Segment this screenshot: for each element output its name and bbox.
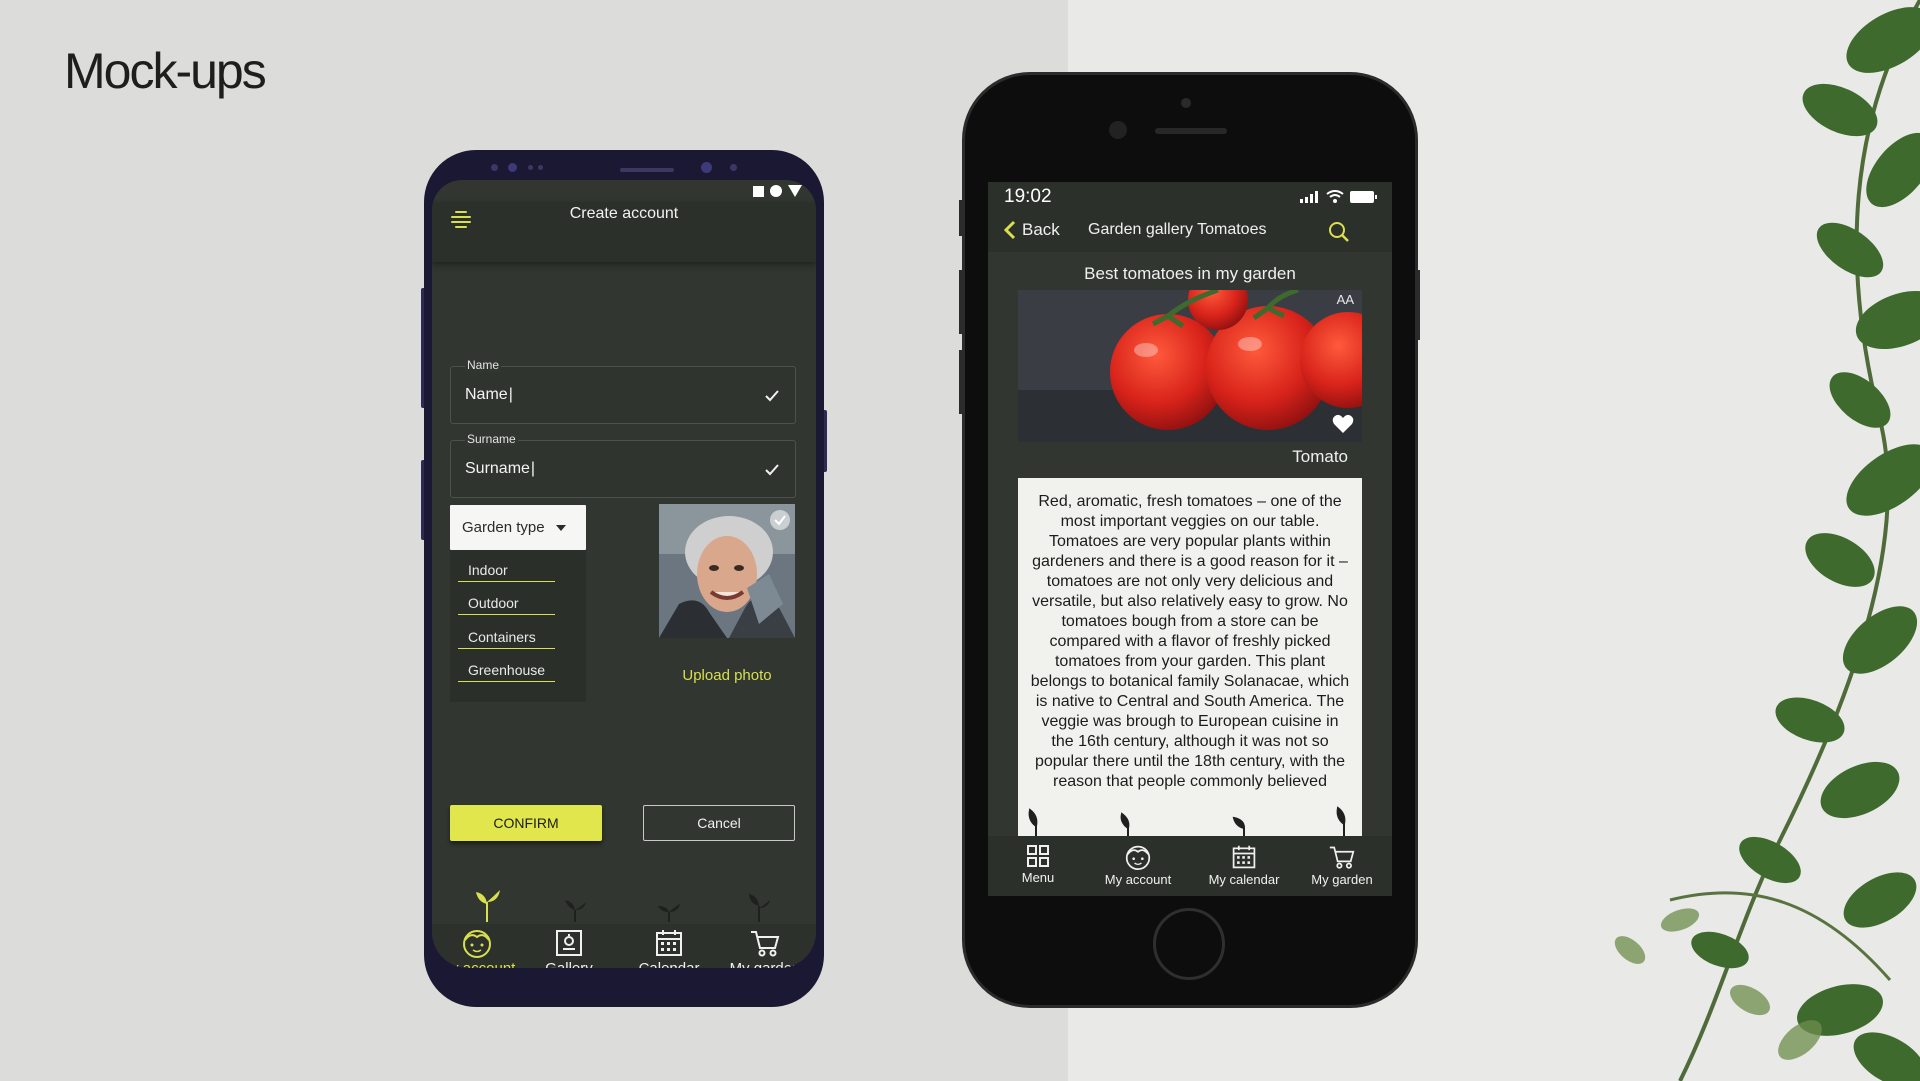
nav-item-calendar[interactable]: Calendar bbox=[624, 928, 714, 968]
earpiece-speaker bbox=[620, 168, 674, 172]
gallery-icon bbox=[556, 930, 582, 956]
name-field[interactable]: Name Name bbox=[450, 358, 796, 424]
home-button[interactable] bbox=[1153, 908, 1225, 980]
bottom-nav-bar: Menu My account My calendar My garden bbox=[988, 836, 1392, 896]
sensor-dot bbox=[538, 165, 543, 170]
photo-badge: AA bbox=[1336, 292, 1354, 307]
sprout-icon bbox=[476, 890, 500, 922]
dropdown-label: Garden type bbox=[462, 519, 545, 536]
sensor-dot bbox=[1181, 98, 1191, 108]
nav-label: Calendar bbox=[639, 960, 700, 968]
nav-item-my-account[interactable]: My account bbox=[1088, 844, 1188, 887]
surname-field[interactable]: Surname Surname bbox=[450, 432, 796, 498]
account-icon bbox=[463, 930, 491, 958]
check-icon bbox=[765, 390, 779, 402]
option-containers[interactable]: Containers bbox=[458, 623, 555, 649]
field-value: Surname bbox=[465, 460, 535, 478]
check-icon bbox=[765, 464, 779, 476]
option-outdoor[interactable]: Outdoor bbox=[458, 589, 555, 615]
nav-item-my-calendar[interactable]: My calendar bbox=[1194, 844, 1294, 887]
status-bar: 19:02 bbox=[988, 182, 1392, 212]
field-value: Name bbox=[465, 386, 513, 404]
option-greenhouse[interactable]: Greenhouse bbox=[458, 656, 555, 682]
nav-item-my-account[interactable]: My account bbox=[432, 928, 522, 968]
profile-photo[interactable] bbox=[659, 504, 795, 638]
calendar-icon bbox=[1232, 845, 1256, 869]
cancel-button[interactable]: Cancel bbox=[643, 805, 795, 841]
stop-icon bbox=[753, 185, 764, 197]
tomato-photo[interactable]: AA bbox=[1018, 290, 1362, 442]
sensor-dot bbox=[730, 164, 737, 171]
garden-type-options: Indoor Outdoor Containers Greenhouse bbox=[450, 550, 586, 702]
caret-down-icon bbox=[556, 525, 566, 531]
nav-item-menu[interactable]: Menu bbox=[988, 844, 1088, 885]
front-camera bbox=[508, 163, 517, 172]
phone-top-bezel bbox=[424, 150, 824, 180]
nav-label: Gallery bbox=[545, 960, 593, 968]
app-header: Back Garden gallery Tomatoes bbox=[988, 212, 1392, 252]
check-badge-icon bbox=[770, 510, 790, 530]
description-text: Red, aromatic, fresh tomatoes – one of t… bbox=[1030, 493, 1350, 790]
field-label: Surname bbox=[465, 432, 518, 446]
option-indoor[interactable]: Indoor bbox=[458, 556, 555, 582]
nav-label: My calendar bbox=[1208, 872, 1280, 887]
nav-item-my-garden[interactable]: My garden bbox=[1292, 844, 1392, 887]
wifi-icon bbox=[1326, 190, 1344, 203]
photo-caption: Tomato bbox=[1292, 447, 1348, 466]
page-title: Mock-ups bbox=[64, 43, 267, 99]
field-label: Name bbox=[465, 358, 502, 372]
status-icons bbox=[1300, 190, 1378, 203]
tomato-image bbox=[1018, 290, 1362, 442]
front-camera bbox=[701, 162, 712, 173]
header-title: Garden gallery Tomatoes bbox=[1088, 221, 1267, 238]
calendar-icon bbox=[656, 930, 682, 956]
back-triangle-icon bbox=[788, 185, 802, 197]
earpiece-speaker bbox=[1155, 128, 1227, 134]
battery-icon bbox=[1350, 191, 1377, 203]
chevron-left-icon bbox=[1004, 220, 1016, 240]
cart-icon bbox=[751, 931, 780, 957]
sensor-dot bbox=[491, 164, 498, 171]
nav-label: My garden bbox=[730, 960, 801, 968]
status-bar-icons bbox=[753, 185, 802, 197]
gallery-heading: Best tomatoes in my garden bbox=[1084, 264, 1296, 283]
confirm-button[interactable]: CONFIRM bbox=[450, 805, 602, 841]
nav-label: My account bbox=[1104, 872, 1172, 887]
sprout-decoration bbox=[1028, 806, 1346, 840]
back-label: Back bbox=[1022, 220, 1060, 239]
upload-photo-link[interactable]: Upload photo bbox=[659, 667, 795, 684]
nav-item-gallery[interactable]: Gallery bbox=[524, 928, 614, 968]
header-title: Create account bbox=[569, 205, 679, 222]
signal-icon bbox=[1300, 191, 1318, 203]
home-icon bbox=[770, 185, 782, 197]
sprout-icon bbox=[565, 900, 586, 922]
nav-label: My garden bbox=[1311, 872, 1373, 887]
garden-type-dropdown[interactable]: Garden type bbox=[450, 505, 586, 550]
sensor-dot bbox=[528, 165, 533, 170]
nav-label: Menu bbox=[1021, 870, 1055, 885]
nav-item-my-garden[interactable]: My garden bbox=[720, 928, 810, 968]
android-screen: Create account Name Name Surname Surname… bbox=[432, 180, 816, 968]
sprout-icon bbox=[658, 904, 680, 922]
back-button[interactable]: Back bbox=[1004, 220, 1060, 240]
iphone-screen: 19:02 Back Garden gallery Tomatoes Best … bbox=[988, 182, 1392, 896]
search-icon[interactable] bbox=[1328, 221, 1350, 243]
heart-icon[interactable] bbox=[1332, 414, 1354, 434]
status-time: 19:02 bbox=[1004, 186, 1052, 207]
description-card: Red, aromatic, fresh tomatoes – one of t… bbox=[1018, 478, 1362, 838]
nav-label: My account bbox=[439, 960, 516, 968]
account-icon bbox=[1125, 845, 1151, 870]
sprout-icon bbox=[749, 894, 770, 922]
front-camera bbox=[1109, 121, 1127, 139]
android-phone-frame: Create account Name Name Surname Surname… bbox=[424, 150, 824, 1007]
decorative-plant-image bbox=[1420, 0, 1920, 1081]
cart-icon bbox=[1329, 846, 1355, 869]
grid-icon bbox=[1027, 845, 1049, 867]
